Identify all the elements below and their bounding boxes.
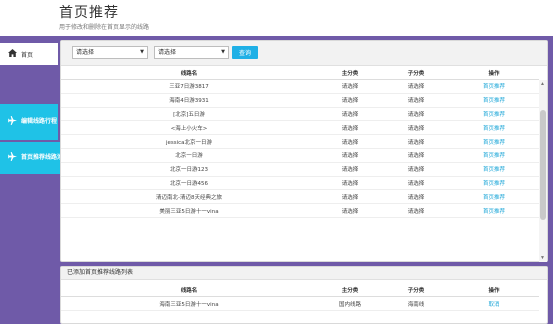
main-category-cell: 请选择 <box>341 84 359 91</box>
plane-icon <box>5 151 19 165</box>
recommend-link[interactable]: 首页推荐 <box>449 124 539 132</box>
column-header: 子分类 <box>407 287 425 294</box>
main-category-cell: 请选择 <box>341 139 359 146</box>
table-row: <海上小火车> 请选择 请选择 首页推荐 <box>61 121 539 136</box>
scroll-up-icon[interactable]: ▲ <box>540 81 545 87</box>
page-title: 首页推荐 <box>59 5 119 21</box>
recommend-link[interactable]: 首页推荐 <box>449 138 539 146</box>
table-row: [北京]五日游 请选择 请选择 首页推荐 <box>61 108 539 122</box>
route-name-cell: 北京一日游456 <box>170 180 208 187</box>
table-row: 北京一日游123 请选择 请选择 首页推荐 <box>61 163 539 177</box>
table-row: 清迈南北-清迈8天经典之旅 请选择 请选择 首页推荐 <box>61 190 539 205</box>
recommend-link[interactable]: 首页推荐 <box>449 193 539 201</box>
page-subtitle: 用于修改和删除在首页显示的线路 <box>59 24 150 31</box>
added-routes-panel: 已添加首页推荐线路列表 线路名 主分类 子分类 操作 海南三亚5日游十一vina… <box>60 266 548 324</box>
sub-category-cell: 请选择 <box>407 125 425 132</box>
dropdown-arrow-icon: ▼ <box>221 49 225 55</box>
added-routes-title: 已添加首页推荐线路列表 <box>61 267 547 280</box>
main-category-cell: 请选择 <box>341 98 359 105</box>
sub-category-cell: 请选择 <box>407 111 425 118</box>
recommend-link[interactable]: 首页推荐 <box>449 165 539 173</box>
plane-icon <box>5 115 19 129</box>
table-row: jessica北京一日游 请选择 请选择 首页推荐 <box>61 135 539 149</box>
sub-category-cell: 请选择 <box>407 153 425 160</box>
table-row: 北京一日游 请选择 请选择 首页推荐 <box>61 149 539 163</box>
column-header: 主分类 <box>341 70 359 77</box>
route-name-cell: 北京一日游123 <box>170 167 208 174</box>
recommend-link[interactable]: 首页推荐 <box>449 207 539 215</box>
route-name-cell: <海上小火车> <box>170 125 208 132</box>
table-row: 三亚7日游3817 请选择 请选择 首页推荐 <box>61 80 539 94</box>
routes-table: 线路名 主分类 子分类 操作 三亚7日游3817 请选择 请选择 首页推荐 海南4日游3… <box>61 66 539 218</box>
sidebar: 首页 编辑线路行程 首页推荐线路添加 <box>0 38 70 324</box>
table-scrollbar[interactable]: ▲ ▼ <box>539 80 547 262</box>
route-name-cell: [北京]五日游 <box>173 111 205 118</box>
scroll-down-icon[interactable]: ▼ <box>540 255 545 261</box>
route-name-cell: 美丽三亚5日游十一vina <box>159 208 219 215</box>
sidebar-item-edit-routes[interactable]: 编辑线路行程 <box>0 104 58 140</box>
sub-category-cell: 请选择 <box>407 180 425 187</box>
sub-category-cell: 请选择 <box>407 208 425 215</box>
route-name-cell: 三亚7日游3817 <box>169 84 209 91</box>
main-category-select[interactable]: 请选择 ▼ <box>72 46 148 59</box>
scroll-thumb[interactable] <box>540 110 546 220</box>
recommend-link[interactable]: 首页推荐 <box>449 151 539 159</box>
main-category-cell: 请选择 <box>341 125 359 132</box>
table-header: 线路名 主分类 子分类 操作 <box>61 66 539 80</box>
main-category-cell: 请选择 <box>341 194 359 201</box>
recommend-link[interactable]: 首页推荐 <box>449 96 539 104</box>
table-row: 美丽三亚5日游十一vina 请选择 请选择 首页推荐 <box>61 204 539 218</box>
main-category-cell: 请选择 <box>341 180 359 187</box>
column-header: 线路名 <box>180 70 198 77</box>
sub-category-cell: 请选择 <box>407 139 425 146</box>
page-header: 首页推荐 用于修改和删除在首页显示的线路 <box>0 0 553 36</box>
main-category-cell: 国内线路 <box>338 301 361 308</box>
sidebar-item-label: 编辑线路行程 <box>21 118 58 125</box>
table-row: 海南三亚5日游十一vina 国内线路 海南线 取消 <box>61 297 539 311</box>
filter-toolbar: 请选择 ▼ 请选择 ▼ 查询 <box>61 41 547 66</box>
route-name-cell: jessica北京一日游 <box>165 139 213 146</box>
sidebar-item-home[interactable]: 首页 <box>0 43 58 65</box>
sub-category-select[interactable]: 请选择 ▼ <box>154 46 229 59</box>
route-name-cell: 清迈南北-清迈8天经典之旅 <box>156 194 222 201</box>
table-header: 线路名 主分类 子分类 操作 <box>61 283 539 297</box>
search-button[interactable]: 查询 <box>232 46 258 59</box>
cancel-link[interactable]: 取消 <box>449 300 539 308</box>
dropdown-arrow-icon: ▼ <box>140 49 144 55</box>
sub-category-cell: 请选择 <box>407 98 425 105</box>
column-header: 操作 <box>488 70 500 77</box>
sub-category-cell: 请选择 <box>407 167 425 174</box>
table-row: 北京一日游456 请选择 请选择 首页推荐 <box>61 177 539 191</box>
main-category-cell: 请选择 <box>341 208 359 215</box>
select-value: 请选择 <box>158 49 177 56</box>
main-category-cell: 请选择 <box>341 153 359 160</box>
route-name-cell: 北京一日游 <box>175 153 203 160</box>
route-name-cell: 海南4日游3931 <box>169 98 209 105</box>
column-header: 子分类 <box>407 70 425 77</box>
column-header: 操作 <box>488 287 500 294</box>
table-row: 海南4日游3931 请选择 请选择 首页推荐 <box>61 94 539 108</box>
select-value: 请选择 <box>76 49 95 56</box>
recommend-link[interactable]: 首页推荐 <box>449 82 539 90</box>
main-category-cell: 请选择 <box>341 111 359 118</box>
route-name-cell: 海南三亚5日游十一vina <box>159 301 219 308</box>
sub-category-cell: 请选择 <box>407 84 425 91</box>
sub-category-cell: 请选择 <box>407 194 425 201</box>
sidebar-item-label: 首页 <box>21 51 34 59</box>
added-routes-table: 线路名 主分类 子分类 操作 海南三亚5日游十一vina 国内线路 海南线 取消 <box>61 283 539 311</box>
recommend-link[interactable]: 首页推荐 <box>449 110 539 118</box>
home-icon <box>5 48 19 60</box>
recommend-link[interactable]: 首页推荐 <box>449 179 539 187</box>
main-category-cell: 请选择 <box>341 167 359 174</box>
column-header: 主分类 <box>341 287 359 294</box>
routes-panel: 请选择 ▼ 请选择 ▼ 查询 线路名 主分类 子分类 操作 三亚7日游3817 请… <box>60 40 548 262</box>
sub-category-cell: 海南线 <box>407 301 425 308</box>
search-button-label: 查询 <box>238 50 251 57</box>
column-header: 线路名 <box>180 287 198 294</box>
